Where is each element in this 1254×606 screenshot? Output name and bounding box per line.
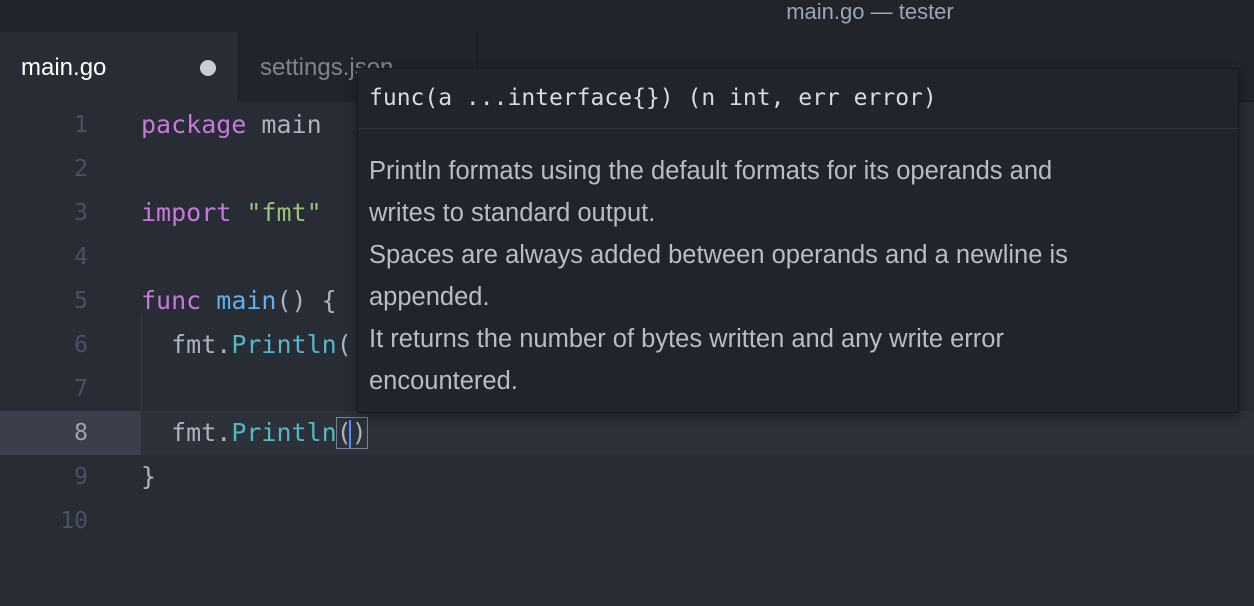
keyword-token: func bbox=[141, 286, 202, 315]
line-number: 4 bbox=[74, 244, 88, 270]
line-number: 6 bbox=[74, 332, 88, 358]
identifier-token: main bbox=[246, 110, 322, 139]
function-documentation: Println formats using the default format… bbox=[369, 150, 1229, 402]
gutter: 4 bbox=[0, 235, 141, 279]
doc-line: Println formats using the default format… bbox=[369, 157, 1053, 185]
line-number: 7 bbox=[74, 376, 88, 402]
line-number: 5 bbox=[74, 288, 88, 314]
line-number: 1 bbox=[74, 112, 88, 138]
doc-line: It returns the number of bytes written a… bbox=[369, 325, 1004, 353]
signature-help-popup: func(a ...interface{}) (n int, err error… bbox=[357, 68, 1239, 413]
function-name-token: main bbox=[216, 286, 277, 315]
bracket-match-highlight: () bbox=[335, 417, 368, 449]
package-token: fmt. bbox=[141, 418, 232, 447]
gutter: 5 bbox=[0, 279, 141, 323]
gutter: 7 bbox=[0, 367, 141, 411]
line-number: 10 bbox=[60, 508, 88, 534]
window-title: main.go — tester bbox=[786, 0, 954, 24]
keyword-token: import bbox=[141, 198, 232, 227]
gutter: 10 bbox=[0, 499, 141, 543]
string-token: "fmt" bbox=[246, 198, 322, 227]
doc-line: encountered. bbox=[369, 367, 518, 395]
code-line[interactable]: 10 bbox=[0, 499, 1254, 543]
doc-line: writes to standard output. bbox=[369, 199, 656, 227]
function-signature: func(a ...interface{}) (n int, err error… bbox=[369, 85, 937, 111]
gutter: 8 bbox=[0, 411, 141, 455]
close-paren-token: ) bbox=[351, 418, 367, 447]
text-cursor bbox=[348, 420, 351, 448]
line-number: 9 bbox=[74, 464, 88, 490]
code-text[interactable]: package main bbox=[141, 110, 322, 140]
signature-header: func(a ...interface{}) (n int, err error… bbox=[358, 69, 1238, 129]
keyword-token: package bbox=[141, 110, 247, 139]
gutter: 6 bbox=[0, 323, 141, 367]
doc-line: Spaces are always added between operands… bbox=[369, 241, 1068, 269]
package-token: fmt. bbox=[141, 330, 232, 359]
line-number: 2 bbox=[74, 156, 88, 182]
title-bar: main.go — tester bbox=[0, 0, 1254, 32]
punctuation-token: ( bbox=[336, 330, 352, 359]
punctuation-token: () { bbox=[276, 286, 337, 315]
code-text[interactable]: fmt.Println( bbox=[141, 330, 352, 360]
code-text[interactable]: } bbox=[141, 462, 156, 492]
tab-main-go[interactable]: main.go bbox=[0, 32, 238, 102]
gutter: 9 bbox=[0, 455, 141, 499]
gutter: 1 bbox=[0, 103, 141, 147]
punctuation-token: } bbox=[141, 462, 157, 491]
method-token: Println bbox=[231, 418, 337, 447]
code-line-active[interactable]: 8 fmt.Println() bbox=[0, 411, 1254, 455]
code-line[interactable]: 9 } bbox=[0, 455, 1254, 499]
code-text[interactable]: fmt.Println() bbox=[141, 417, 368, 449]
code-text[interactable]: func main() { bbox=[141, 286, 337, 316]
method-token: Println bbox=[231, 330, 337, 359]
gutter: 2 bbox=[0, 147, 141, 191]
line-number: 8 bbox=[74, 420, 88, 446]
modified-indicator-icon[interactable] bbox=[200, 60, 216, 76]
tab-label: main.go bbox=[21, 54, 107, 81]
doc-line: appended. bbox=[369, 283, 490, 311]
code-text[interactable]: import "fmt" bbox=[141, 198, 322, 228]
gutter: 3 bbox=[0, 191, 141, 235]
line-number: 3 bbox=[74, 200, 88, 226]
